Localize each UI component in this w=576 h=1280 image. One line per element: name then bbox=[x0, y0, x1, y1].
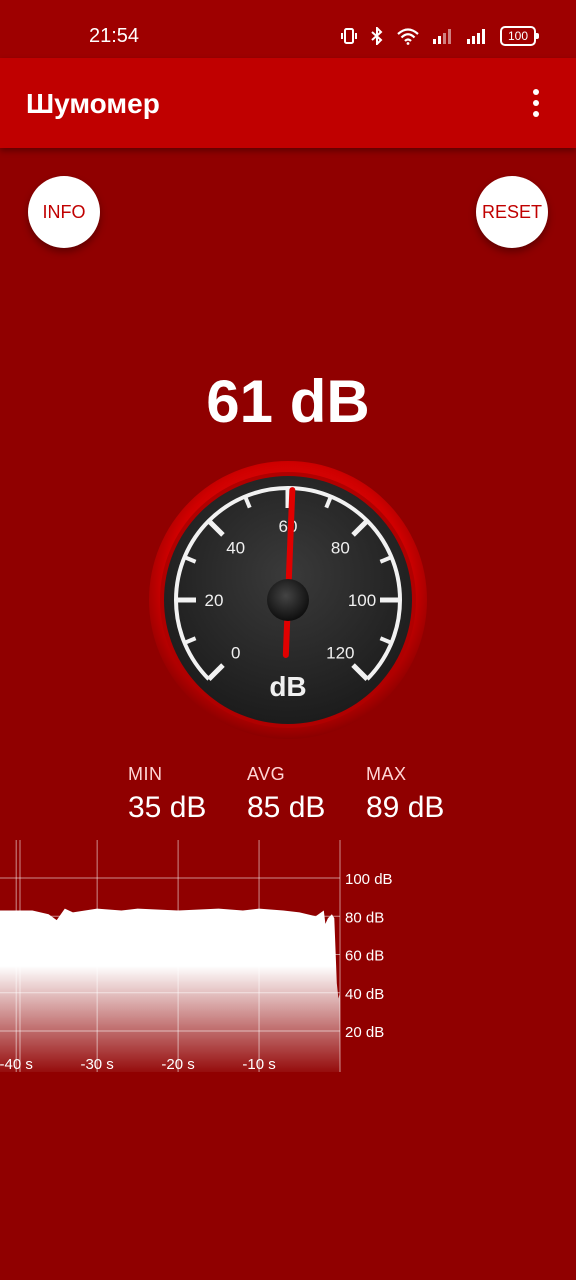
bluetooth-icon bbox=[371, 27, 383, 45]
chart-y-tick-label: 20 dB bbox=[345, 1024, 384, 1041]
gauge-scale-label: 100 bbox=[348, 591, 376, 610]
chart-x-tick-label: -10 s bbox=[242, 1056, 275, 1073]
current-db-reading: 61 dB bbox=[206, 368, 370, 435]
wifi-icon bbox=[397, 28, 419, 45]
stat-avg-label: AVG bbox=[247, 764, 286, 784]
noise-history-chart: 100 dB 80 dB 60 dB 40 dB 20 dB -40 s -30 s -20… bbox=[0, 840, 393, 1073]
signal-icon bbox=[467, 29, 485, 44]
chart-y-tick-label: 60 dB bbox=[345, 948, 384, 965]
chart-area-series bbox=[0, 908, 340, 1072]
stat-max-label: MAX bbox=[366, 764, 407, 784]
gauge-scale-label: 120 bbox=[326, 643, 354, 662]
status-time: 21:54 bbox=[89, 25, 140, 47]
stat-avg-value: 85 dB bbox=[247, 791, 326, 824]
chart-x-tick-label: -20 s bbox=[161, 1056, 194, 1073]
gauge-scale-label: 20 bbox=[205, 591, 224, 610]
chart-x-tick-label: -30 s bbox=[80, 1056, 113, 1073]
battery-icon: 100 bbox=[500, 26, 539, 46]
stat-max: MAX 89 dB bbox=[366, 764, 444, 825]
chart-y-tick-label: 40 dB bbox=[345, 986, 384, 1003]
stat-max-value: 89 dB bbox=[366, 791, 445, 824]
more-vert-icon bbox=[533, 100, 539, 106]
gauge-scale-label: 40 bbox=[226, 539, 245, 558]
app-bar: Шумомер bbox=[0, 58, 576, 148]
gauge-unit-label: dB bbox=[269, 671, 306, 702]
sound-level-gauge: 020406080100120 dB bbox=[149, 461, 427, 739]
app-title: Шумомер bbox=[26, 88, 160, 119]
status-bar: 21:54 100 bbox=[0, 0, 576, 58]
stat-min: MIN 35 dB bbox=[128, 764, 206, 825]
gauge-scale-label: 80 bbox=[331, 539, 350, 558]
chart-y-tick-label: 100 dB bbox=[345, 871, 393, 888]
gauge-hub bbox=[267, 579, 309, 621]
gauge-scale-label: 0 bbox=[231, 643, 240, 662]
stat-avg: AVG 85 dB bbox=[247, 764, 325, 825]
overflow-menu-button[interactable] bbox=[518, 84, 554, 122]
reset-button[interactable]: RESET bbox=[476, 176, 548, 248]
vibrate-icon bbox=[341, 28, 357, 44]
more-vert-icon bbox=[533, 89, 539, 95]
more-vert-icon bbox=[533, 111, 539, 117]
signal-icon bbox=[433, 29, 451, 44]
status-icons: 100 bbox=[340, 26, 539, 46]
stat-min-label: MIN bbox=[128, 764, 163, 784]
stat-min-value: 35 dB bbox=[128, 791, 207, 824]
chart-y-tick-label: 80 dB bbox=[345, 909, 384, 926]
chart-x-tick-label: -40 s bbox=[0, 1056, 33, 1073]
info-button[interactable]: INFO bbox=[28, 176, 100, 248]
